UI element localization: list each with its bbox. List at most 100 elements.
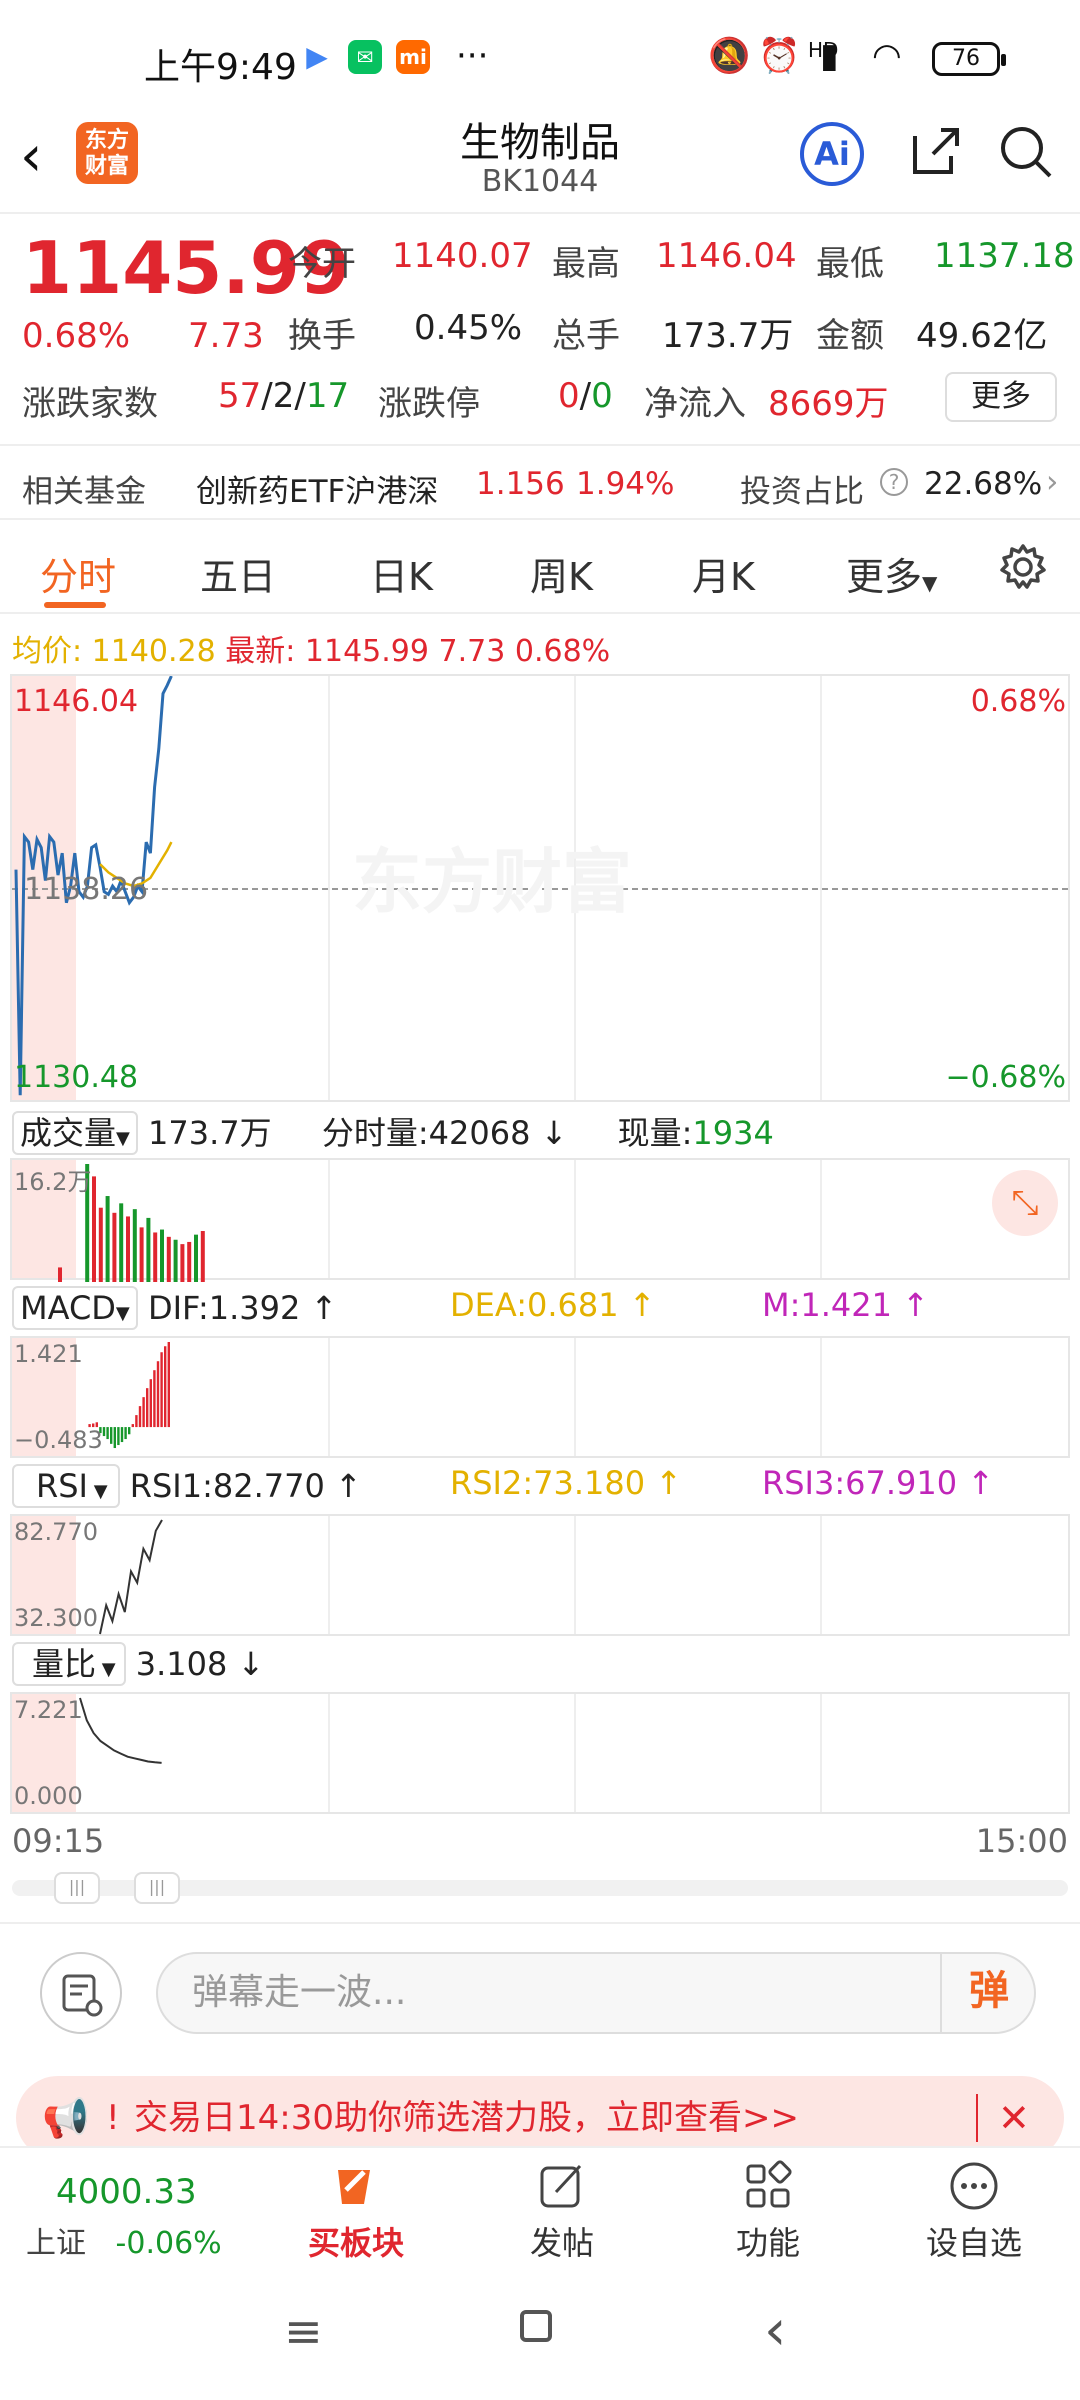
macd-bar	[106, 1427, 109, 1440]
related-fund-row[interactable]: 相关基金 创新药ETF沪港深 1.156 1.94% 投资占比 ? 22.68%…	[0, 444, 1080, 520]
settings-gear-icon[interactable]	[998, 542, 1048, 592]
range-handle-left[interactable]: |||	[54, 1872, 100, 1904]
search-icon[interactable]	[996, 122, 1056, 182]
macd-bar	[156, 1361, 160, 1428]
volume-ratio-line-svg	[79, 1697, 162, 1764]
breadth-flat: 2	[272, 376, 295, 416]
more-notifications-icon: ···	[456, 36, 489, 76]
breadth-values: 57/2/17	[218, 376, 350, 416]
tab-daily-k[interactable]: 日K	[370, 546, 433, 601]
macd-chart[interactable]: 1.421 −0.483	[10, 1336, 1070, 1458]
y-high-label: 1146.04	[14, 684, 139, 719]
up-arrow-icon: ↑	[957, 1464, 995, 1502]
tab-five-day[interactable]: 五日	[200, 546, 276, 601]
fund-name[interactable]: 创新药ETF沪港深	[196, 466, 438, 511]
tab-intraday[interactable]: 分时	[40, 546, 116, 601]
rsi1: RSI1:82.770	[129, 1467, 325, 1505]
nav-add-watchlist[interactable]: 设自选	[904, 2160, 1044, 2264]
rsi-max-label: 82.770	[14, 1518, 98, 1546]
tab-monthly-k[interactable]: 月K	[692, 546, 755, 601]
avg-label: 均价:	[12, 634, 83, 669]
edit-post-icon	[540, 2164, 582, 2208]
tab-weekly-k[interactable]: 周K	[530, 546, 593, 601]
nav-functions[interactable]: 功能	[698, 2160, 838, 2264]
rsi-chart[interactable]: 82.770 32.300	[10, 1514, 1070, 1636]
down-arrow-icon: ↓	[227, 1645, 265, 1683]
battery-icon: 76	[932, 42, 1006, 76]
more-button[interactable]: 更多	[945, 372, 1057, 422]
high-value: 1146.04	[656, 236, 797, 276]
ai-assistant-button[interactable]: Ai	[800, 122, 864, 186]
limit-down: 0	[591, 376, 613, 416]
tick-volume: 42068	[428, 1114, 531, 1152]
dropdown-icon: ▼	[87, 1481, 108, 1502]
macd-selector[interactable]: MACD▼	[12, 1286, 138, 1330]
danmu-send-button[interactable]: 弹	[940, 1952, 1036, 2034]
now-volume: 1934	[692, 1114, 774, 1152]
tab-more-label: 更多	[846, 555, 923, 599]
chevron-right-icon: ›	[1046, 464, 1059, 500]
macd-bars-svg	[88, 1342, 170, 1449]
range-scrollbar[interactable]: ||| |||	[12, 1872, 1068, 1904]
index-value: 4000.33	[56, 2172, 197, 2212]
nav-post-label: 发帖	[529, 2224, 594, 2262]
macd-bar	[135, 1415, 138, 1428]
breadth-up: 57	[218, 376, 262, 416]
range-handle-right[interactable]: |||	[134, 1872, 180, 1904]
volume-ratio-line	[79, 1697, 162, 1764]
volume-bar	[173, 1239, 178, 1282]
breadth-down: 17	[305, 376, 350, 416]
rsi-selector-label: RSI	[36, 1467, 88, 1505]
nav-post[interactable]: 发帖	[492, 2160, 632, 2264]
danmu-bar: 弹幕走一波... 弹	[0, 1922, 1080, 2072]
intraday-price-chart[interactable]: 东方财富 1146.04 1130.48 1138.26 0.68% −0.68…	[10, 674, 1070, 1102]
danmu-input[interactable]: 弹幕走一波...	[156, 1952, 1036, 2034]
volume-selector[interactable]: 成交量▼	[12, 1111, 138, 1155]
pct-low-label: −0.68%	[945, 1060, 1066, 1095]
macd-bar	[146, 1388, 149, 1428]
macd-dea: DEA:0.681	[450, 1286, 619, 1324]
volume-ratio-selector[interactable]: 量比 ▼	[12, 1642, 126, 1686]
macd-selector-label: MACD	[20, 1289, 116, 1327]
volume-bar	[112, 1212, 117, 1282]
alarm-icon: ⏰	[758, 36, 801, 76]
volume-bar	[146, 1217, 151, 1282]
index-ticker[interactable]: 4000.33 上证 -0.06%	[26, 2172, 256, 2262]
danmu-settings-icon[interactable]	[40, 1952, 122, 2034]
tab-more[interactable]: 更多▼	[846, 546, 937, 601]
quote-panel: 1145.99 0.68% 7.73 今开 1140.07 最高 1146.04…	[0, 216, 1080, 436]
macd-bar	[153, 1370, 156, 1428]
up-arrow-icon: ↑	[645, 1464, 683, 1502]
wechat-icon: ✉	[348, 40, 382, 74]
nav-buy-sector[interactable]: 买板块	[286, 2160, 426, 2264]
xiaomi-icon: mi	[396, 40, 430, 74]
menu-icon[interactable]: ≡	[284, 2304, 323, 2358]
y-mid-label: 1138.26	[24, 872, 149, 907]
change-value: 7.73	[188, 316, 264, 356]
macd-bar	[138, 1406, 142, 1428]
header: ‹ 东方 财富 生物制品 BK1044 Ai	[0, 110, 1080, 214]
more-dots-icon	[950, 2162, 998, 2210]
rsi-selector[interactable]: RSI ▼	[12, 1464, 120, 1508]
chart-summary: 均价: 1140.28 最新: 1145.99 7.73 0.68%	[12, 626, 610, 670]
volume-label: 总手	[552, 316, 620, 356]
macd-min-label: −0.483	[14, 1426, 103, 1454]
share-icon[interactable]	[905, 122, 965, 182]
macd-dif: DIF:1.392	[147, 1289, 301, 1327]
macd-dea-wrap: DEA:0.681 ↑	[450, 1286, 656, 1324]
help-icon[interactable]: ?	[880, 468, 908, 496]
macd-bar	[113, 1427, 116, 1449]
macd-bar	[120, 1427, 124, 1443]
volume-ratio-chart[interactable]: 7.221 0.000	[10, 1692, 1070, 1814]
volume-chart[interactable]: 16.2万	[10, 1158, 1070, 1282]
expand-icon[interactable]: ⤡	[992, 1170, 1058, 1236]
turnover-value: 0.45%	[414, 308, 523, 348]
mute-bell-icon: 🔕	[708, 36, 751, 76]
home-icon[interactable]	[520, 2310, 552, 2342]
volume-bar	[194, 1234, 198, 1282]
back-icon[interactable]: ‹	[764, 2298, 786, 2363]
volume-ratio-value: 3.108	[135, 1645, 228, 1683]
dropdown-icon: ▼	[116, 1128, 130, 1149]
volume-bar	[200, 1231, 205, 1282]
open-label: 今开	[288, 244, 356, 284]
